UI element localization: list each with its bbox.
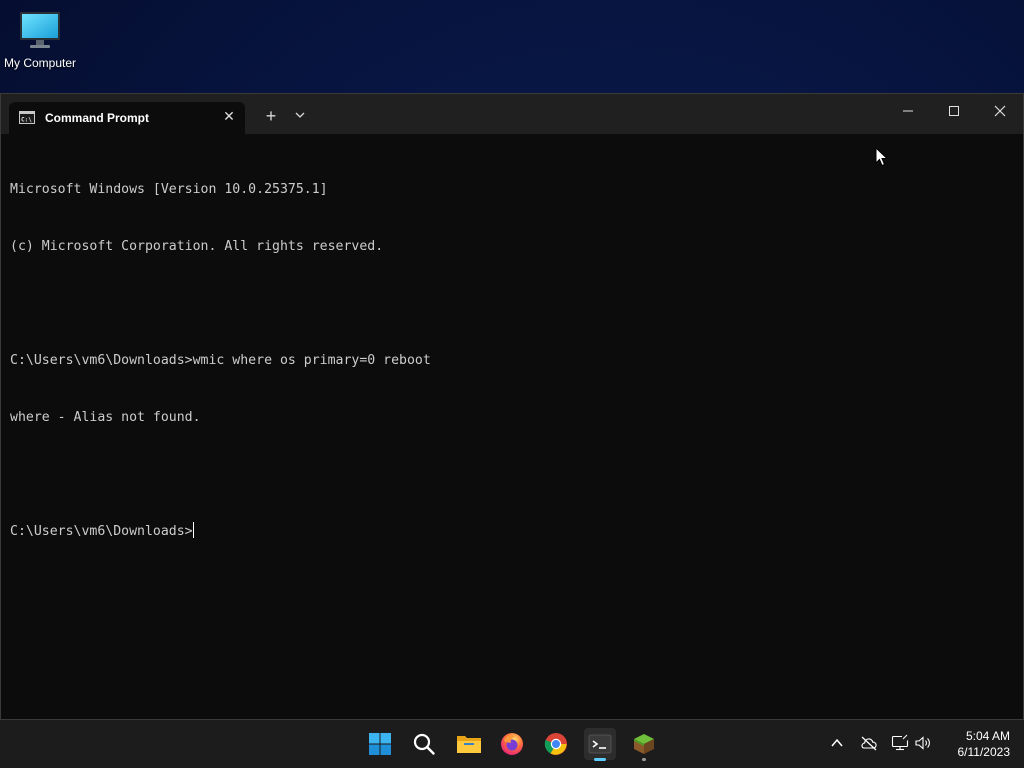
minimize-button[interactable] <box>893 104 923 124</box>
volume-tray-button[interactable] <box>914 734 934 754</box>
close-window-button[interactable] <box>985 104 1015 124</box>
search-button[interactable] <box>408 728 440 760</box>
console-line: (c) Microsoft Corporation. All rights re… <box>10 239 384 254</box>
terminal-icon <box>588 734 612 754</box>
volume-icon <box>915 736 930 750</box>
maximize-button[interactable] <box>939 104 969 124</box>
tab-dropdown-button[interactable] <box>289 108 311 128</box>
start-button[interactable] <box>364 728 396 760</box>
show-hidden-icons-button[interactable] <box>828 734 848 754</box>
firefox-icon <box>501 733 523 755</box>
active-app-indicator <box>594 758 606 761</box>
chrome-button[interactable] <box>540 728 572 760</box>
file-explorer-button[interactable] <box>452 728 484 760</box>
console-prompt-line[interactable]: C:\Users\vm6\Downloads> <box>10 522 431 541</box>
folder-icon <box>457 736 481 753</box>
search-icon <box>413 733 435 755</box>
cloud-off-icon <box>861 736 877 751</box>
monitor-icon <box>20 12 60 48</box>
chrome-icon <box>544 733 567 755</box>
console-prompt: C:\Users\vm6\Downloads> <box>10 524 193 539</box>
onedrive-tray-button[interactable] <box>860 734 880 754</box>
network-icon <box>891 734 909 751</box>
close-icon <box>994 105 1006 117</box>
mouse-pointer-icon <box>875 147 889 167</box>
clock[interactable]: 5:04 AM 6/11/2023 <box>944 728 1011 760</box>
console-line: C:\Users\vm6\Downloads>wmic where os pri… <box>10 353 431 368</box>
new-tab-button[interactable]: + <box>259 106 283 126</box>
clock-date: 6/11/2023 <box>957 745 1011 759</box>
grass-block-icon <box>634 734 654 754</box>
desktop: My Computer C:\ Command Prompt ✕ + Micro… <box>0 0 1024 768</box>
tab-command-prompt[interactable]: C:\ Command Prompt ✕ <box>9 102 245 134</box>
tab-label: Command Prompt <box>45 111 150 125</box>
close-tab-icon[interactable]: ✕ <box>221 108 237 124</box>
desktop-icon-my-computer[interactable]: My Computer <box>2 8 78 70</box>
terminal-window[interactable]: C:\ Command Prompt ✕ + Microsoft Windows… <box>0 93 1024 720</box>
windows-logo-icon <box>369 733 391 755</box>
console-line: where - Alias not found. <box>10 410 201 425</box>
cmd-icon: C:\ <box>19 111 35 124</box>
chevron-down-icon <box>295 112 305 118</box>
taskbar: 5:04 AM 6/11/2023 <box>0 720 1024 768</box>
console-line: Microsoft Windows [Version 10.0.25375.1] <box>10 182 328 197</box>
terminal-button[interactable] <box>584 728 616 761</box>
clock-time: 5:04 AM <box>965 729 1010 743</box>
desktop-icon-label: My Computer <box>3 56 77 70</box>
network-tray-button[interactable] <box>891 734 911 754</box>
maximize-icon <box>949 106 959 116</box>
title-bar[interactable]: C:\ Command Prompt ✕ + <box>1 94 1023 134</box>
chevron-up-icon <box>831 738 843 747</box>
text-cursor <box>192 522 194 538</box>
minimize-icon <box>903 110 913 112</box>
svg-text:C:\: C:\ <box>21 117 32 124</box>
console-output[interactable]: Microsoft Windows [Version 10.0.25375.1]… <box>10 142 431 579</box>
minecraft-button[interactable] <box>628 728 660 761</box>
firefox-button[interactable] <box>496 728 528 760</box>
running-app-indicator <box>642 758 646 761</box>
